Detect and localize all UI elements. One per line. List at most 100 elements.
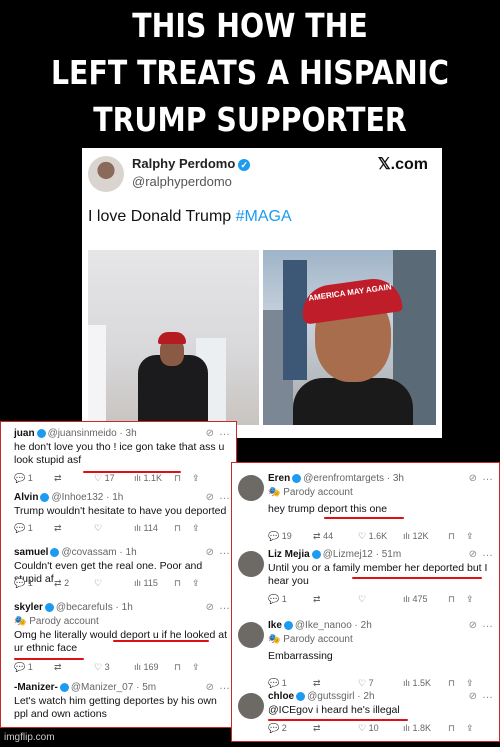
reply-button[interactable]: 💬 19 <box>268 531 313 542</box>
reply-button[interactable]: 💬 1 <box>14 523 54 534</box>
reply-button[interactable]: 💬 1 <box>14 578 54 589</box>
reply-button[interactable]: 💬 1 <box>268 678 313 689</box>
more-options-icon[interactable]: … <box>219 490 230 502</box>
more-options-icon[interactable]: … <box>219 600 230 612</box>
retweet-button[interactable]: ⇄ <box>313 678 358 689</box>
grok-icon[interactable]: ⊘ <box>206 428 214 439</box>
retweet-button[interactable]: ⇄ <box>54 473 94 484</box>
reply-handle[interactable]: @gutssgirl · 2h <box>307 691 374 702</box>
bookmark-button[interactable]: ⊓ <box>448 723 466 734</box>
share-button[interactable]: ⇪ <box>192 473 200 484</box>
reply-button[interactable]: 💬 2 <box>268 723 313 734</box>
bookmark-button[interactable]: ⊓ <box>448 678 466 689</box>
share-button[interactable]: ⇪ <box>466 723 474 734</box>
more-options-icon[interactable]: … <box>219 545 230 557</box>
retweet-button[interactable]: ⇄ 44 <box>313 531 358 542</box>
reply-author[interactable]: juan <box>14 428 35 439</box>
tweet-photo-selfie-city[interactable]: AMERICA MAY AGAIN <box>263 250 436 425</box>
views-button[interactable]: ılı 1.5K <box>403 678 448 688</box>
reply-handle[interactable]: @covassam · 1h <box>61 547 136 558</box>
red-underline <box>352 577 482 579</box>
views-button[interactable]: ılı 1.1K <box>134 473 174 483</box>
bookmark-button[interactable]: ⊓ <box>174 523 192 534</box>
grok-icon[interactable]: ⊘ <box>206 682 214 693</box>
reply-handle[interactable]: @Manizer_07 · 5m <box>71 682 156 693</box>
reply-author[interactable]: samuel <box>14 547 48 558</box>
views-icon: ılı <box>403 531 411 541</box>
author-name[interactable]: Ralphy Perdomo ✓ <box>132 156 251 171</box>
replies-panel-left: juan @juansinmeido · 3h ⊘ … he don't love yo… <box>0 421 237 728</box>
reply-handle[interactable]: @Inhoe132 · 1h <box>51 492 123 503</box>
avatar[interactable] <box>238 622 264 648</box>
reply-header: Liz Mejia @Lizmej12 · 51m <box>268 549 401 560</box>
views-icon: ılı <box>134 578 142 588</box>
reply-author[interactable]: Eren <box>268 473 290 484</box>
avatar[interactable] <box>238 475 264 501</box>
grok-icon[interactable]: ⊘ <box>206 602 214 613</box>
reply-handle[interactable]: @Ike_nanoo · 2h <box>295 620 372 631</box>
reply-button[interactable]: 💬 1 <box>14 662 54 673</box>
more-options-icon[interactable]: … <box>482 618 493 630</box>
more-options-icon[interactable]: … <box>219 680 230 692</box>
retweet-button[interactable]: ⇄ <box>54 662 94 673</box>
hashtag-link[interactable]: #MAGA <box>236 208 292 225</box>
share-button[interactable]: ⇪ <box>192 578 200 589</box>
reply-author[interactable]: Ike <box>268 620 282 631</box>
retweet-button[interactable]: ⇄ <box>313 594 358 605</box>
more-options-icon[interactable]: … <box>482 471 493 483</box>
reply-author[interactable]: Alvin <box>14 492 38 503</box>
author-handle[interactable]: @ralphyperdomo <box>132 174 232 189</box>
more-options-icon[interactable]: … <box>482 547 493 559</box>
reply-text: Let's watch him getting deportes by his … <box>14 695 217 720</box>
share-button[interactable]: ⇪ <box>192 662 200 673</box>
grok-icon[interactable]: ⊘ <box>469 473 477 484</box>
reply-button[interactable]: 💬 1 <box>268 594 313 605</box>
retweet-button[interactable]: ⇄ 2 <box>54 578 94 589</box>
grok-icon[interactable]: ⊘ <box>206 492 214 503</box>
like-button[interactable]: ♡ <box>358 594 403 605</box>
share-button[interactable]: ⇪ <box>466 594 474 605</box>
avatar[interactable] <box>88 156 124 192</box>
bookmark-button[interactable]: ⊓ <box>448 594 466 605</box>
reply-author[interactable]: skyler <box>14 602 43 613</box>
tweet-photo-mirror-selfie[interactable] <box>88 250 259 425</box>
like-button[interactable]: ♡ <box>94 578 134 589</box>
bookmark-button[interactable]: ⊓ <box>174 662 192 673</box>
more-options-icon[interactable]: … <box>219 426 230 438</box>
bookmark-button[interactable]: ⊓ <box>448 531 466 542</box>
bookmark-button[interactable]: ⊓ <box>174 473 192 484</box>
views-button[interactable]: ılı 169 <box>134 662 174 672</box>
reply-author[interactable]: chloe <box>268 691 294 702</box>
like-button[interactable]: ♡ 10 <box>358 723 403 734</box>
share-button[interactable]: ⇪ <box>466 531 474 542</box>
retweet-button[interactable]: ⇄ <box>54 523 94 534</box>
reply-handle[interactable]: @juansinmeido · 3h <box>48 428 137 439</box>
reply-button[interactable]: 💬 1 <box>14 473 54 484</box>
reply-handle[interactable]: @Lizmej12 · 51m <box>323 549 402 560</box>
grok-icon[interactable]: ⊘ <box>469 620 477 631</box>
grok-icon[interactable]: ⊘ <box>469 691 477 702</box>
like-button[interactable]: ♡ 1.6K <box>358 531 403 542</box>
grok-icon[interactable]: ⊘ <box>469 549 477 560</box>
reply-author[interactable]: -Manizer- <box>14 682 58 693</box>
share-button[interactable]: ⇪ <box>192 523 200 534</box>
grok-icon[interactable]: ⊘ <box>206 547 214 558</box>
views-button[interactable]: ılı 475 <box>403 594 448 604</box>
like-button[interactable]: ♡ 17 <box>94 473 134 484</box>
views-button[interactable]: ılı 114 <box>134 523 174 533</box>
views-button[interactable]: ılı 12K <box>403 531 448 541</box>
avatar[interactable] <box>238 693 264 719</box>
like-button[interactable]: ♡ 3 <box>94 662 134 673</box>
more-options-icon[interactable]: … <box>482 689 493 701</box>
reply-author[interactable]: Liz Mejia <box>268 549 310 560</box>
reply-handle[interactable]: @erenfromtargets · 3h <box>303 473 404 484</box>
bookmark-button[interactable]: ⊓ <box>174 578 192 589</box>
views-button[interactable]: ılı 1.8K <box>403 723 448 733</box>
reply-handle[interactable]: @becarefuIs · 1h <box>56 602 133 613</box>
avatar[interactable] <box>238 551 264 577</box>
like-button[interactable]: ♡ 7 <box>358 678 403 689</box>
retweet-button[interactable]: ⇄ <box>313 723 358 734</box>
share-button[interactable]: ⇪ <box>466 678 474 689</box>
like-button[interactable]: ♡ <box>94 523 134 534</box>
views-button[interactable]: ılı 115 <box>134 578 174 588</box>
